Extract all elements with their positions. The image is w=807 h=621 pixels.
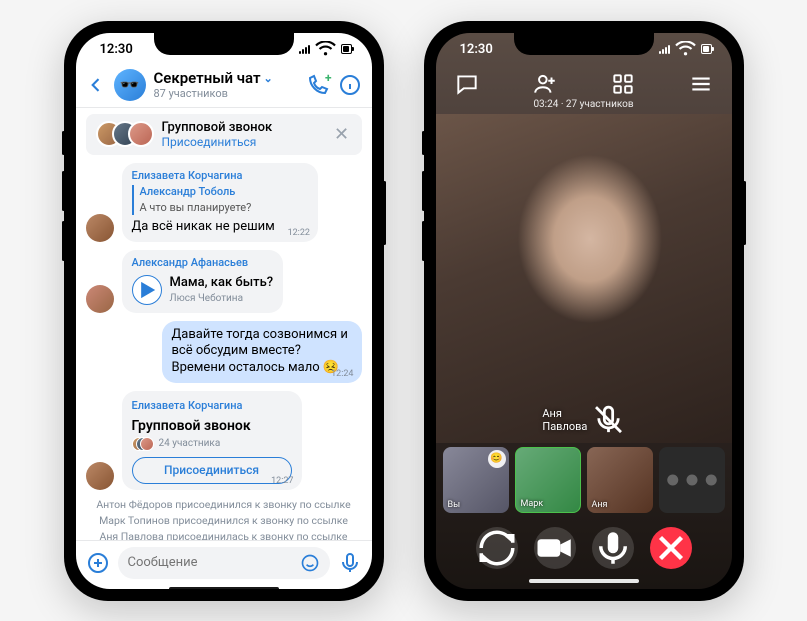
signal-icon [659, 45, 670, 54]
track-artist: Люся Чеботина [170, 292, 274, 305]
reply-quote: Александр Тоболь А что вы планируете? [132, 185, 308, 216]
participant-thumbs: 😊 Вы Марк Аня [436, 443, 732, 517]
thumb-label: Марк [521, 499, 544, 509]
chat-header: 🕶️ Секретный чат⌄ 87 участников + [76, 67, 372, 108]
message-row: Давайте тогда созвонимся и всё обсудим в… [86, 321, 362, 384]
grid-icon[interactable] [610, 71, 636, 97]
mic-off-icon [591, 403, 624, 436]
sender-name: Елизавета Корчагина [132, 169, 308, 183]
track-title: Мама, как быть? [170, 275, 274, 292]
home-indicator[interactable] [169, 587, 279, 589]
call-card-title: Групповой звонок [132, 417, 292, 435]
sender-name: Александр Афанасьев [132, 256, 274, 270]
chat-avatar[interactable]: 🕶️ [114, 69, 146, 101]
thumb-label: Вы [448, 500, 461, 510]
message-composer [76, 540, 372, 585]
end-call-button[interactable] [650, 527, 692, 569]
wifi-icon [314, 41, 337, 57]
back-icon[interactable] [86, 75, 106, 95]
message-row: Елизавета Корчагина Групповой звонок 24 … [86, 391, 362, 490]
info-icon[interactable] [338, 73, 362, 97]
play-icon[interactable] [132, 275, 162, 305]
call-icon[interactable]: + [306, 73, 330, 97]
signal-icon [299, 45, 310, 54]
close-icon[interactable]: ✕ [332, 124, 352, 144]
video-icon[interactable] [534, 527, 576, 569]
speaker-label: Аня Павлова [542, 403, 624, 436]
message-text: Да всё никак не решим [132, 219, 275, 234]
chat-title: Секретный чат [154, 69, 261, 87]
reaction-icon[interactable]: 😊 [488, 450, 506, 468]
banner-title: Групповой звонок [162, 120, 324, 135]
thumb-self[interactable]: 😊 Вы [443, 447, 509, 513]
call-participants-count: 27 участников [566, 99, 634, 110]
thumb-user[interactable]: Марк [515, 447, 581, 513]
home-indicator[interactable] [529, 579, 639, 583]
chevron-down-icon: ⌄ [264, 72, 273, 85]
avatar[interactable] [86, 285, 114, 313]
status-time: 12:30 [100, 42, 133, 57]
system-message: Марк Топинов присоединился к звонку по с… [86, 514, 362, 527]
switch-camera-icon[interactable] [476, 527, 518, 569]
call-controls [436, 517, 732, 577]
thumb-user[interactable]: Аня [587, 447, 653, 513]
call-banner: Групповой звонок Присоединиться ✕ [86, 114, 362, 155]
status-time: 12:30 [460, 42, 493, 57]
attach-icon[interactable] [86, 550, 110, 576]
call-chat-icon[interactable] [454, 71, 480, 97]
mic-icon[interactable] [592, 527, 634, 569]
join-button[interactable]: Присоединиться [132, 457, 292, 485]
emoji-icon[interactable] [300, 553, 320, 573]
message-row: Елизавета Корчагина Александр Тоболь А ч… [86, 163, 362, 243]
system-message: Антон Фёдоров присоединился к звонку по … [86, 498, 362, 511]
thumb-label: Аня [592, 500, 608, 510]
timestamp: 12:27 [271, 476, 293, 488]
system-message: Аня Павлова присоединилась к звонку по с… [86, 530, 362, 539]
call-top-bar [436, 67, 732, 99]
battery-icon [341, 44, 352, 54]
timestamp: 12:24 [331, 369, 353, 381]
avatar[interactable] [86, 462, 114, 490]
thumb-more[interactable] [659, 447, 725, 513]
banner-join-link[interactable]: Присоединиться [162, 135, 324, 149]
battery-icon [701, 44, 712, 54]
add-user-icon[interactable] [532, 71, 558, 97]
call-duration: 03:24 [533, 99, 558, 110]
chat-subtitle: 87 участников [154, 87, 298, 100]
chat-title-block[interactable]: Секретный чат⌄ 87 участников [154, 69, 298, 100]
mic-icon[interactable] [338, 550, 362, 576]
timestamp: 12:22 [288, 228, 310, 240]
message-input[interactable] [128, 555, 294, 570]
message-row: Александр Афанасьев Мама, как быть? Люся… [86, 250, 362, 312]
sender-name: Елизавета Корчагина [132, 399, 292, 413]
menu-icon[interactable] [688, 71, 714, 97]
avatar[interactable] [86, 214, 114, 242]
message-text: Давайте тогда созвонимся и всё обсудим в… [172, 327, 348, 376]
main-video[interactable]: Аня Павлова [436, 114, 732, 443]
call-meta: 03:24 · 27 участников [436, 99, 732, 114]
wifi-icon [674, 41, 697, 57]
message-list[interactable]: Групповой звонок Присоединиться ✕ Елизав… [76, 108, 372, 540]
call-participants: 24 участника [159, 437, 221, 450]
